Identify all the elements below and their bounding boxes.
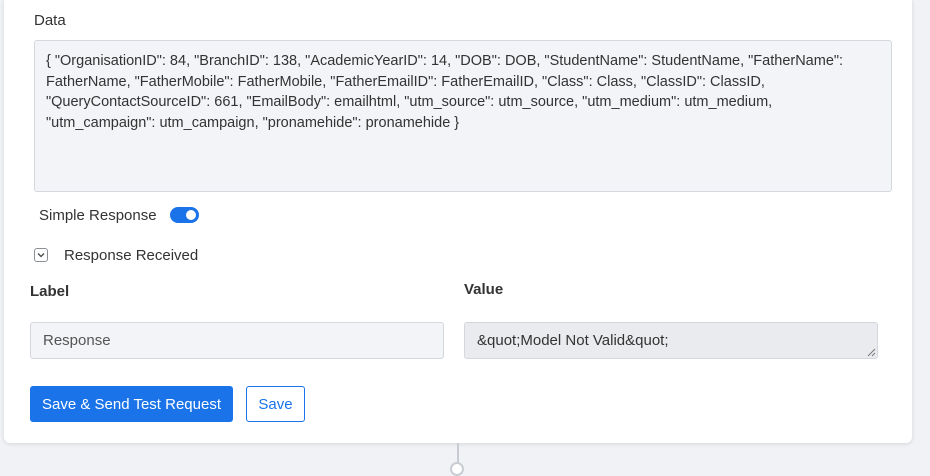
response-received-row: Response Received: [34, 245, 198, 265]
resize-grip-icon[interactable]: [866, 347, 876, 357]
label-input[interactable]: [30, 322, 444, 359]
simple-response-row: Simple Response: [39, 205, 199, 225]
toggle-knob: [185, 210, 196, 220]
value-column-header: Value: [464, 281, 504, 298]
simple-response-label: Simple Response: [39, 206, 157, 224]
data-textarea[interactable]: { "OrganisationID": 84, "BranchID": 138,…: [34, 40, 892, 192]
value-textarea[interactable]: &quot;Model Not Valid&quot;: [464, 322, 878, 359]
save-button[interactable]: Save: [246, 386, 305, 422]
label-column-header: Label: [30, 283, 70, 300]
simple-response-toggle[interactable]: [169, 207, 199, 223]
response-received-chevron-toggle[interactable]: [34, 248, 48, 262]
webhook-config-card: Data { "OrganisationID": 84, "BranchID":…: [4, 0, 912, 443]
response-received-label: Response Received: [64, 246, 199, 264]
chevron-down-icon: [37, 253, 45, 258]
data-field-label: Data: [34, 12, 66, 29]
flow-connector-node[interactable]: [450, 462, 464, 476]
save-and-send-test-request-button[interactable]: Save & Send Test Request: [30, 386, 233, 422]
